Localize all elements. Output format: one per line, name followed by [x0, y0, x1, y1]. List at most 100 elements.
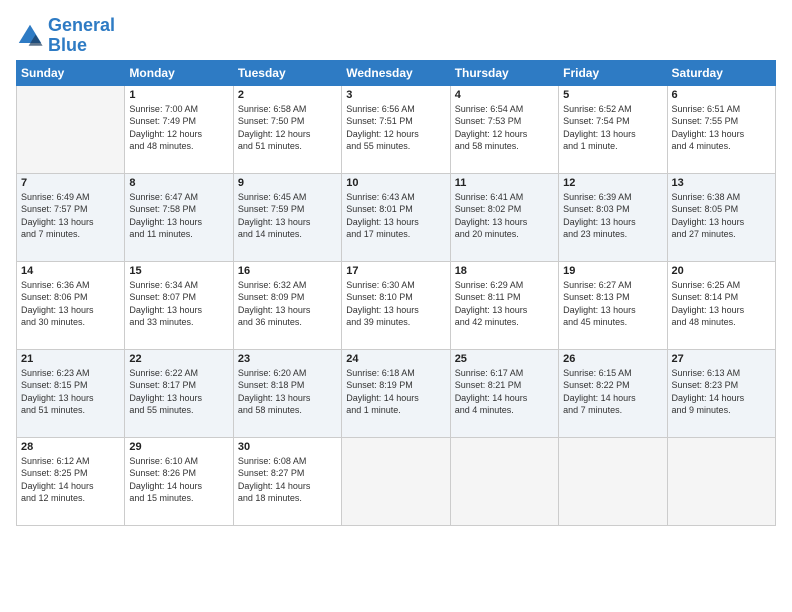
day-info: Sunrise: 6:34 AM Sunset: 8:07 PM Dayligh…: [129, 279, 228, 329]
day-info: Sunrise: 6:30 AM Sunset: 8:10 PM Dayligh…: [346, 279, 445, 329]
day-number: 5: [563, 89, 662, 101]
calendar-cell: 11 Sunrise: 6:41 AM Sunset: 8:02 PM Dayli…: [450, 173, 558, 261]
weekday-header: Friday: [559, 60, 667, 85]
day-info: Sunrise: 6:18 AM Sunset: 8:19 PM Dayligh…: [346, 367, 445, 417]
day-info: Sunrise: 6:41 AM Sunset: 8:02 PM Dayligh…: [455, 191, 554, 241]
day-info: Sunrise: 6:45 AM Sunset: 7:59 PM Dayligh…: [238, 191, 337, 241]
day-number: 15: [129, 265, 228, 277]
day-number: 14: [21, 265, 120, 277]
day-number: 19: [563, 265, 662, 277]
calendar-week-row: 1 Sunrise: 7:00 AM Sunset: 7:49 PM Daylig…: [17, 85, 776, 173]
page-container: General Blue SundayMondayTuesdayWednesda…: [0, 0, 792, 534]
day-number: 6: [672, 89, 771, 101]
day-info: Sunrise: 6:58 AM Sunset: 7:50 PM Dayligh…: [238, 103, 337, 153]
calendar-cell: 23 Sunrise: 6:20 AM Sunset: 8:18 PM Dayli…: [233, 349, 341, 437]
day-number: 21: [21, 353, 120, 365]
calendar-cell: [342, 437, 450, 525]
calendar-cell: 10 Sunrise: 6:43 AM Sunset: 8:01 PM Dayli…: [342, 173, 450, 261]
day-number: 10: [346, 177, 445, 189]
calendar-cell: 8 Sunrise: 6:47 AM Sunset: 7:58 PM Daylig…: [125, 173, 233, 261]
header: General Blue: [16, 16, 776, 56]
day-info: Sunrise: 6:38 AM Sunset: 8:05 PM Dayligh…: [672, 191, 771, 241]
day-info: Sunrise: 6:25 AM Sunset: 8:14 PM Dayligh…: [672, 279, 771, 329]
calendar-cell: [559, 437, 667, 525]
calendar-cell: 13 Sunrise: 6:38 AM Sunset: 8:05 PM Dayli…: [667, 173, 775, 261]
calendar-cell: 12 Sunrise: 6:39 AM Sunset: 8:03 PM Dayli…: [559, 173, 667, 261]
weekday-header: Tuesday: [233, 60, 341, 85]
day-number: 18: [455, 265, 554, 277]
weekday-header: Sunday: [17, 60, 125, 85]
day-number: 2: [238, 89, 337, 101]
day-info: Sunrise: 6:54 AM Sunset: 7:53 PM Dayligh…: [455, 103, 554, 153]
calendar-cell: 28Sunrise: 6:12 AM Sunset: 8:25 PM Dayli…: [17, 437, 125, 525]
calendar-cell: 1 Sunrise: 7:00 AM Sunset: 7:49 PM Daylig…: [125, 85, 233, 173]
calendar-cell: 3Sunrise: 6:56 AM Sunset: 7:51 PM Daylig…: [342, 85, 450, 173]
calendar-cell: 14 Sunrise: 6:36 AM Sunset: 8:06 PM Dayli…: [17, 261, 125, 349]
day-number: 17: [346, 265, 445, 277]
day-number: 12: [563, 177, 662, 189]
calendar-week-row: 7 Sunrise: 6:49 AM Sunset: 7:57 PM Daylig…: [17, 173, 776, 261]
day-number: 28: [21, 441, 120, 453]
day-number: 24: [346, 353, 445, 365]
calendar-cell: 15 Sunrise: 6:34 AM Sunset: 8:07 PM Dayli…: [125, 261, 233, 349]
day-number: 30: [238, 441, 337, 453]
calendar-cell: 27 Sunrise: 6:13 AM Sunset: 8:23 PM Dayli…: [667, 349, 775, 437]
calendar-cell: [667, 437, 775, 525]
day-number: 27: [672, 353, 771, 365]
weekday-header: Monday: [125, 60, 233, 85]
calendar-cell: 5 Sunrise: 6:52 AM Sunset: 7:54 PM Daylig…: [559, 85, 667, 173]
day-number: 23: [238, 353, 337, 365]
calendar-cell: [450, 437, 558, 525]
calendar-cell: 18 Sunrise: 6:29 AM Sunset: 8:11 PM Dayli…: [450, 261, 558, 349]
logo-text: General Blue: [48, 16, 115, 56]
day-info: Sunrise: 6:47 AM Sunset: 7:58 PM Dayligh…: [129, 191, 228, 241]
calendar-cell: 16Sunrise: 6:32 AM Sunset: 8:09 PM Dayli…: [233, 261, 341, 349]
calendar-cell: 17 Sunrise: 6:30 AM Sunset: 8:10 PM Dayli…: [342, 261, 450, 349]
calendar-cell: 30 Sunrise: 6:08 AM Sunset: 8:27 PM Dayli…: [233, 437, 341, 525]
day-info: Sunrise: 6:17 AM Sunset: 8:21 PM Dayligh…: [455, 367, 554, 417]
day-info: Sunrise: 6:20 AM Sunset: 8:18 PM Dayligh…: [238, 367, 337, 417]
calendar-cell: 4 Sunrise: 6:54 AM Sunset: 7:53 PM Daylig…: [450, 85, 558, 173]
calendar-cell: 21 Sunrise: 6:23 AM Sunset: 8:15 PM Dayli…: [17, 349, 125, 437]
logo-icon: [16, 22, 44, 50]
day-info: Sunrise: 6:36 AM Sunset: 8:06 PM Dayligh…: [21, 279, 120, 329]
day-number: 4: [455, 89, 554, 101]
day-number: 13: [672, 177, 771, 189]
day-info: Sunrise: 6:49 AM Sunset: 7:57 PM Dayligh…: [21, 191, 120, 241]
calendar-cell: 2 Sunrise: 6:58 AM Sunset: 7:50 PM Daylig…: [233, 85, 341, 173]
header-row: SundayMondayTuesdayWednesdayThursdayFrid…: [17, 60, 776, 85]
weekday-header: Saturday: [667, 60, 775, 85]
day-info: Sunrise: 6:13 AM Sunset: 8:23 PM Dayligh…: [672, 367, 771, 417]
day-number: 20: [672, 265, 771, 277]
day-info: Sunrise: 7:00 AM Sunset: 7:49 PM Dayligh…: [129, 103, 228, 153]
calendar-cell: 25 Sunrise: 6:17 AM Sunset: 8:21 PM Dayli…: [450, 349, 558, 437]
day-info: Sunrise: 6:43 AM Sunset: 8:01 PM Dayligh…: [346, 191, 445, 241]
day-number: 7: [21, 177, 120, 189]
day-info: Sunrise: 6:51 AM Sunset: 7:55 PM Dayligh…: [672, 103, 771, 153]
calendar-cell: 24 Sunrise: 6:18 AM Sunset: 8:19 PM Dayli…: [342, 349, 450, 437]
day-number: 8: [129, 177, 228, 189]
day-number: 25: [455, 353, 554, 365]
day-info: Sunrise: 6:32 AM Sunset: 8:09 PM Dayligh…: [238, 279, 337, 329]
calendar-week-row: 14 Sunrise: 6:36 AM Sunset: 8:06 PM Dayli…: [17, 261, 776, 349]
day-info: Sunrise: 6:08 AM Sunset: 8:27 PM Dayligh…: [238, 455, 337, 505]
day-info: Sunrise: 6:52 AM Sunset: 7:54 PM Dayligh…: [563, 103, 662, 153]
weekday-header: Wednesday: [342, 60, 450, 85]
calendar-cell: 6 Sunrise: 6:51 AM Sunset: 7:55 PM Daylig…: [667, 85, 775, 173]
day-info: Sunrise: 6:23 AM Sunset: 8:15 PM Dayligh…: [21, 367, 120, 417]
day-number: 1: [129, 89, 228, 101]
day-info: Sunrise: 6:27 AM Sunset: 8:13 PM Dayligh…: [563, 279, 662, 329]
calendar-table: SundayMondayTuesdayWednesdayThursdayFrid…: [16, 60, 776, 526]
calendar-cell: 7 Sunrise: 6:49 AM Sunset: 7:57 PM Daylig…: [17, 173, 125, 261]
calendar-cell: 9 Sunrise: 6:45 AM Sunset: 7:59 PM Daylig…: [233, 173, 341, 261]
day-info: Sunrise: 6:15 AM Sunset: 8:22 PM Dayligh…: [563, 367, 662, 417]
weekday-header: Thursday: [450, 60, 558, 85]
calendar-cell: 26Sunrise: 6:15 AM Sunset: 8:22 PM Dayli…: [559, 349, 667, 437]
day-number: 9: [238, 177, 337, 189]
calendar-cell: 22Sunrise: 6:22 AM Sunset: 8:17 PM Dayli…: [125, 349, 233, 437]
day-number: 29: [129, 441, 228, 453]
day-info: Sunrise: 6:39 AM Sunset: 8:03 PM Dayligh…: [563, 191, 662, 241]
day-number: 11: [455, 177, 554, 189]
calendar-cell: 29Sunrise: 6:10 AM Sunset: 8:26 PM Dayli…: [125, 437, 233, 525]
day-info: Sunrise: 6:29 AM Sunset: 8:11 PM Dayligh…: [455, 279, 554, 329]
